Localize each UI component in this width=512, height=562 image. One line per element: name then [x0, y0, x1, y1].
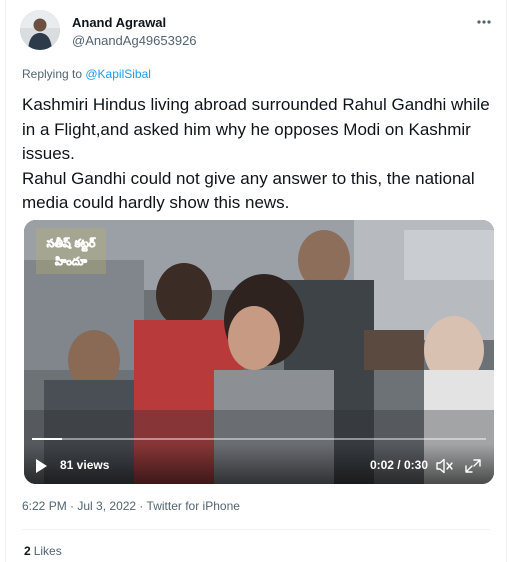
author-name[interactable]: Anand Agrawal	[72, 15, 166, 30]
video-watermark: సతీష్ కట్టర్ హిందూ	[36, 228, 106, 274]
video-progress-fill	[32, 438, 63, 440]
more-options-icon[interactable]	[474, 14, 494, 30]
divider	[22, 529, 490, 530]
likes-count: 2	[24, 544, 31, 558]
avatar-image	[20, 10, 60, 50]
meta-separator: ·	[66, 499, 78, 513]
mute-icon[interactable]	[436, 458, 454, 474]
tweet-source: Twitter for iPhone	[146, 499, 240, 513]
watermark-line-2: హిందూ	[55, 255, 88, 268]
fullscreen-icon[interactable]	[464, 458, 482, 474]
tweet-metadata: 6:22 PM · Jul 3, 2022 · Twitter for iPho…	[22, 499, 240, 513]
author-handle[interactable]: @AnandAg49653926	[72, 33, 197, 48]
meta-separator: ·	[136, 499, 147, 513]
tweet-date-link[interactable]: Jul 3, 2022	[77, 499, 136, 513]
tweet-time-link[interactable]: 6:22 PM	[22, 499, 67, 513]
tweet-card: Anand Agrawal @AnandAg49653926 Replying …	[5, 0, 507, 562]
reply-prefix: Replying to	[22, 67, 86, 81]
tweet-text: Kashmiri Hindus living abroad surrounded…	[22, 95, 490, 212]
author-avatar[interactable]	[20, 10, 60, 50]
reply-context: Replying to @KapilSibal	[22, 67, 151, 81]
video-progress-bar[interactable]	[32, 438, 486, 440]
play-icon[interactable]	[36, 459, 47, 473]
video-player[interactable]: సతీష్ కట్టర్ హిందూ 81 views 0:02 / 0:30	[24, 220, 494, 484]
video-views: 81 views	[60, 458, 110, 472]
likes-label: Likes	[33, 544, 62, 558]
reply-mention-link[interactable]: @KapilSibal	[85, 67, 151, 81]
watermark-line-1: సతీష్ కట్టర్	[47, 237, 96, 252]
video-time: 0:02 / 0:30	[369, 458, 428, 472]
likes-link[interactable]: 2 Likes	[24, 544, 62, 558]
